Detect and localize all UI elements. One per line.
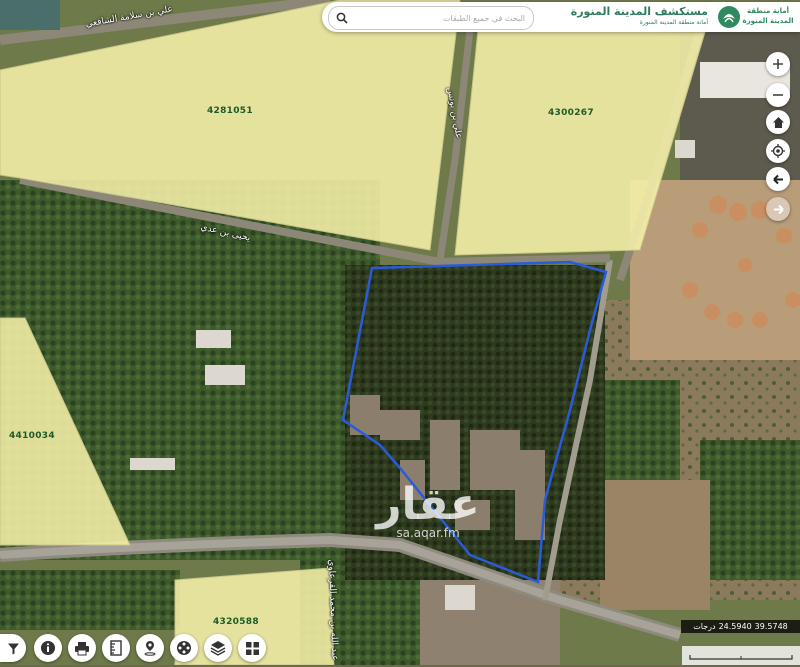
layers-icon	[210, 641, 226, 656]
search-icon	[336, 12, 348, 24]
measure-button[interactable]	[102, 634, 130, 662]
basemap-button[interactable]	[170, 634, 198, 662]
header-bar: مستكشف المدينة المنورة أمانة منطقة المدي…	[322, 2, 800, 32]
longitude-value: 39.5748	[754, 622, 788, 631]
filter-button[interactable]	[0, 634, 26, 662]
search-button[interactable]	[331, 8, 353, 28]
app-title: مستكشف المدينة المنورة	[570, 5, 708, 18]
forward-button[interactable]	[766, 197, 790, 221]
home-icon	[772, 116, 784, 128]
search-input[interactable]	[355, 10, 525, 26]
search-box	[328, 6, 534, 30]
measure-icon	[110, 640, 122, 656]
watermark: عقار sa.aqar.fm	[366, 479, 490, 541]
emblem-icon	[718, 6, 740, 28]
watermark-logo: عقار	[376, 479, 480, 530]
coordinate-unit: درجات	[693, 622, 716, 631]
info-icon	[41, 641, 55, 655]
zoom-out-button[interactable]	[766, 83, 790, 107]
minus-icon	[773, 94, 783, 96]
bottom-toolbar	[0, 631, 270, 665]
coordinates-readout: درجات 24.5940 39.5748	[681, 620, 800, 633]
filter-icon	[7, 643, 19, 654]
apps-button[interactable]	[238, 634, 266, 662]
film-reel-icon	[177, 641, 191, 655]
aerial-map[interactable]	[0, 0, 800, 665]
arrow-right-icon	[773, 204, 784, 214]
place-button[interactable]	[136, 634, 164, 662]
logo-text: أمانة منطقة	[747, 7, 789, 15]
plus-icon	[773, 59, 783, 69]
grid-icon	[245, 641, 259, 655]
parcel-label: 4300267	[548, 108, 594, 118]
scale-ruler-icon	[689, 655, 793, 660]
back-button[interactable]	[766, 167, 790, 191]
municipality-logo[interactable]: أمانة منطقة المدينة المنورة	[714, 4, 798, 30]
logo-text: المدينة المنورة	[742, 17, 794, 25]
arrow-left-icon	[772, 174, 783, 184]
home-button[interactable]	[766, 110, 790, 134]
zoom-in-button[interactable]	[766, 52, 790, 76]
print-icon	[75, 641, 89, 655]
pin-icon	[144, 641, 156, 656]
locate-icon	[771, 144, 785, 158]
parcel-label: 4320588	[213, 617, 259, 627]
scale-bar	[682, 646, 800, 665]
layers-button[interactable]	[204, 634, 232, 662]
locate-button[interactable]	[766, 139, 790, 163]
info-button[interactable]	[34, 634, 62, 662]
app-subtitle: أمانة منطقة المدينة المنورة	[639, 19, 708, 26]
parcel-label: 4281051	[207, 106, 253, 116]
parcel-label: 4410034	[9, 431, 55, 441]
print-button[interactable]	[68, 634, 96, 662]
latitude-value: 24.5940	[718, 622, 752, 631]
